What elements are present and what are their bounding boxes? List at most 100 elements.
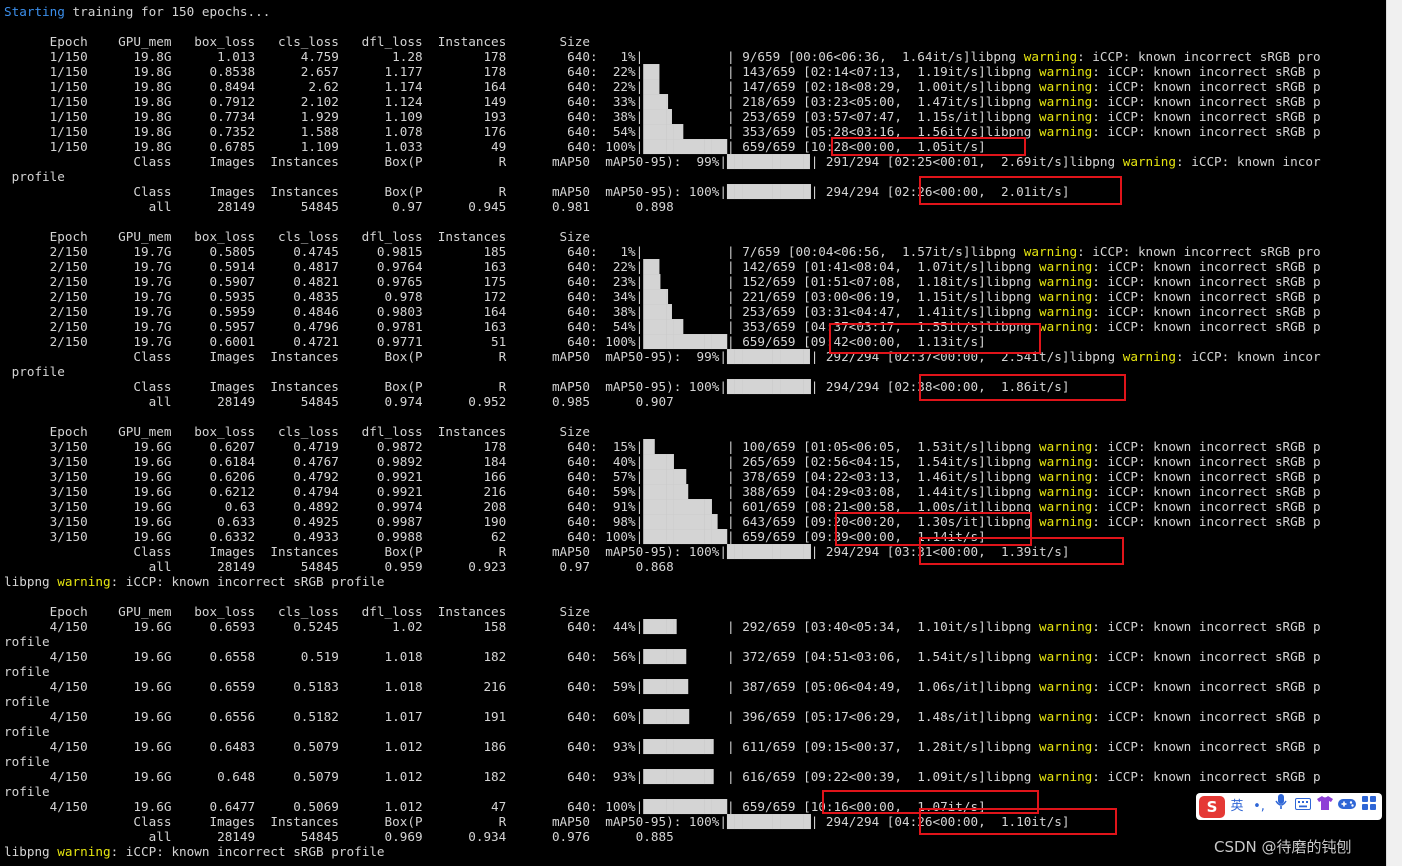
line-segment: 4/150 19.6G 0.648 0.5079 1.012 182 640: …: [4, 769, 1040, 784]
line-segment: 2/150 19.7G 0.5914 0.4817 0.9764 163 640…: [4, 259, 1040, 274]
line-segment: : iCCP: known incorrect sRGB profile: [110, 844, 385, 859]
terminal-line: Class Images Instances Box(P R mAP50 mAP…: [4, 154, 1320, 169]
warning-label: warning: [1039, 739, 1093, 754]
terminal-line: 2/150 19.7G 0.5935 0.4835 0.978 172 640:…: [4, 289, 1321, 304]
terminal-line: all 28149 54845 0.969 0.934 0.976 0.885: [4, 829, 674, 844]
line-segment: 1/150 19.8G 0.8538 2.657 1.177 178 640: …: [4, 64, 1040, 79]
terminal-line: 4/150 19.6G 0.6558 0.519 1.018 182 640: …: [4, 649, 1321, 664]
line-segment: all 28149 54845 0.969 0.934 0.976 0.885: [4, 829, 674, 844]
line-segment: 4/150 19.6G 0.6558 0.519 1.018 182 640: …: [4, 649, 1040, 664]
sogou-logo-icon[interactable]: S: [1199, 795, 1225, 818]
punctuation-toggle[interactable]: •,: [1249, 793, 1269, 820]
line-segment: : iCCP: known incorrect sRGB p: [1092, 259, 1321, 274]
grid-icon[interactable]: [1359, 793, 1379, 820]
terminal-line: rofile: [4, 724, 50, 739]
terminal-line: Epoch GPU_mem box_loss cls_loss dfl_loss…: [4, 604, 590, 619]
line-segment: : iCCP: known incorrect sRGB p: [1092, 769, 1321, 784]
terminal-line: 3/150 19.6G 0.6212 0.4794 0.9921 216 640…: [4, 484, 1321, 499]
terminal-line: 1/150 19.8G 0.8538 2.657 1.177 178 640: …: [4, 64, 1321, 79]
line-segment: rofile: [4, 634, 50, 649]
warning-label: warning: [1039, 289, 1093, 304]
line-segment: Class Images Instances Box(P R mAP50 mAP…: [4, 184, 1070, 199]
line-segment: 2/150 19.7G 0.5907 0.4821 0.9765 175 640…: [4, 274, 1040, 289]
line-segment: : iCCP: known incorrect sRGB p: [1092, 649, 1321, 664]
line-segment: : iCCP: known incorrect sRGB pro: [1077, 49, 1321, 64]
terminal-line: Class Images Instances Box(P R mAP50 mAP…: [4, 349, 1320, 364]
warning-label: warning: [1122, 349, 1176, 364]
terminal-line: 1/150 19.8G 0.7734 1.929 1.109 193 640: …: [4, 109, 1321, 124]
line-segment: : iCCP: known incorrect sRGB profile: [110, 574, 385, 589]
line-segment: training for 150 epochs...: [64, 4, 271, 19]
line-segment: 4/150 19.6G 0.6477 0.5069 1.012 47 640: …: [4, 799, 986, 814]
line-segment: : iCCP: known incorrect sRGB p: [1092, 739, 1321, 754]
gamepad-icon[interactable]: [1337, 793, 1357, 820]
terminal-line: 2/150 19.7G 0.5957 0.4796 0.9781 163 640…: [4, 319, 1321, 334]
language-toggle[interactable]: 英: [1227, 793, 1247, 820]
line-segment: Class Images Instances Box(P R mAP50 mAP…: [4, 349, 1123, 364]
line-segment: rofile: [4, 724, 50, 739]
terminal-line: 2/150 19.7G 0.5914 0.4817 0.9764 163 640…: [4, 259, 1321, 274]
terminal-line: profile: [4, 169, 65, 184]
terminal-line: 4/150 19.6G 0.6593 0.5245 1.02 158 640: …: [4, 619, 1321, 634]
terminal-line: 4/150 19.6G 0.6477 0.5069 1.012 47 640: …: [4, 799, 986, 814]
warning-label: warning: [1122, 154, 1176, 169]
line-segment: 3/150 19.6G 0.6206 0.4792 0.9921 166 640…: [4, 469, 1040, 484]
terminal-line: Class Images Instances Box(P R mAP50 mAP…: [4, 814, 1069, 829]
line-segment: 1/150 19.8G 0.6785 1.109 1.033 49 640: 1…: [4, 139, 986, 154]
microphone-icon[interactable]: [1271, 793, 1291, 820]
terminal-line: Epoch GPU_mem box_loss cls_loss dfl_loss…: [4, 424, 590, 439]
line-segment: : iCCP: known incorrect sRGB p: [1092, 124, 1321, 139]
terminal-line: 3/150 19.6G 0.6207 0.4719 0.9872 178 640…: [4, 439, 1321, 454]
terminal-line: rofile: [4, 664, 50, 679]
line-segment: : iCCP: known incorrect sRGB p: [1092, 619, 1321, 634]
warning-label: warning: [1039, 259, 1093, 274]
terminal-line: 3/150 19.6G 0.6184 0.4767 0.9892 184 640…: [4, 454, 1321, 469]
warning-label: warning: [1039, 439, 1093, 454]
line-segment: : iCCP: known incorrect sRGB p: [1092, 319, 1321, 334]
terminal-line: 4/150 19.6G 0.648 0.5079 1.012 182 640: …: [4, 769, 1321, 784]
warning-label: warning: [1039, 769, 1093, 784]
vertical-scrollbar[interactable]: [1386, 0, 1402, 866]
line-segment: 3/150 19.6G 0.63 0.4892 0.9974 208 640: …: [4, 499, 1040, 514]
line-segment: 4/150 19.6G 0.6559 0.5183 1.018 216 640:…: [4, 679, 1040, 694]
terminal-line: 4/150 19.6G 0.6556 0.5182 1.017 191 640:…: [4, 709, 1321, 724]
warning-label: warning: [1039, 124, 1093, 139]
line-segment: : iCCP: known incorrect sRGB p: [1092, 499, 1321, 514]
line-segment: 1/150 19.8G 0.7734 1.929 1.109 193 640: …: [4, 109, 1040, 124]
keyboard-icon[interactable]: [1293, 793, 1313, 820]
line-segment: 3/150 19.6G 0.6332 0.4933 0.9988 62 640:…: [4, 529, 986, 544]
terminal-output[interactable]: Starting training for 150 epochs... Epoc…: [0, 0, 1386, 866]
line-segment: Class Images Instances Box(P R mAP50 mAP…: [4, 154, 1123, 169]
warning-label: warning: [1039, 79, 1093, 94]
line-segment: : iCCP: known incorrect sRGB p: [1092, 304, 1321, 319]
warning-label: warning: [1023, 244, 1078, 259]
line-segment: 4/150 19.6G 0.6483 0.5079 1.012 186 640:…: [4, 739, 1040, 754]
line-segment: 1/150 19.8G 0.7352 1.588 1.078 176 640: …: [4, 124, 1040, 139]
shirt-icon[interactable]: [1315, 793, 1335, 820]
warning-label: warning: [1039, 94, 1093, 109]
terminal-line: 3/150 19.6G 0.633 0.4925 0.9987 190 640:…: [4, 514, 1321, 529]
terminal-line: all 28149 54845 0.959 0.923 0.97 0.868: [4, 559, 674, 574]
warning-label: warning: [57, 844, 111, 859]
line-segment: 4/150 19.6G 0.6556 0.5182 1.017 191 640:…: [4, 709, 1040, 724]
terminal-line: Class Images Instances Box(P R mAP50 mAP…: [4, 544, 1069, 559]
line-segment: rofile: [4, 784, 50, 799]
terminal-line: Epoch GPU_mem box_loss cls_loss dfl_loss…: [4, 229, 590, 244]
line-segment: 2/150 19.7G 0.5957 0.4796 0.9781 163 640…: [4, 319, 1040, 334]
warning-label: warning: [1039, 469, 1093, 484]
terminal-line: rofile: [4, 754, 50, 769]
line-segment: Class Images Instances Box(P R mAP50 mAP…: [4, 544, 1070, 559]
warning-label: warning: [57, 574, 111, 589]
line-segment: Epoch GPU_mem box_loss cls_loss dfl_loss…: [4, 424, 590, 439]
line-segment: : iCCP: known incorrect sRGB p: [1092, 289, 1321, 304]
warning-label: warning: [1039, 64, 1093, 79]
line-segment: profile: [4, 169, 65, 184]
line-segment: libpng: [4, 844, 58, 859]
line-segment: 4/150 19.6G 0.6593 0.5245 1.02 158 640: …: [4, 619, 1040, 634]
terminal-line: libpng warning: iCCP: known incorrect sR…: [4, 574, 385, 589]
line-segment: : iCCP: known incorrect sRGB p: [1092, 94, 1321, 109]
line-segment: 2/150 19.7G 0.5959 0.4846 0.9803 164 640…: [4, 304, 1040, 319]
terminal-line: 4/150 19.6G 0.6483 0.5079 1.012 186 640:…: [4, 739, 1321, 754]
terminal-line: 1/150 19.8G 0.8494 2.62 1.174 164 640: 2…: [4, 79, 1321, 94]
terminal-line: 2/150 19.7G 0.5907 0.4821 0.9765 175 640…: [4, 274, 1321, 289]
